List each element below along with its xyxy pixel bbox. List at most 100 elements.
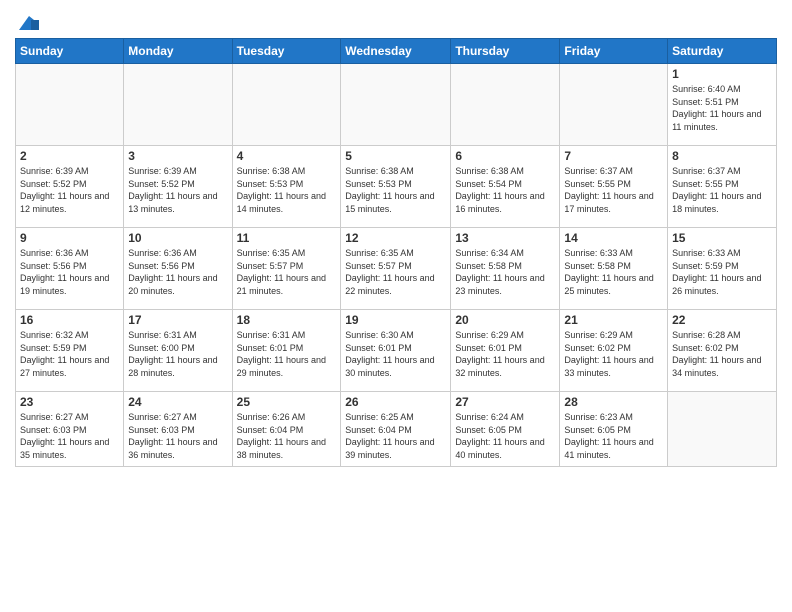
col-header-monday: Monday — [124, 39, 232, 64]
calendar-cell: 6 Sunrise: 6:38 AM Sunset: 5:54 PM Daylig… — [451, 146, 560, 228]
day-number: 24 — [128, 395, 227, 409]
day-info: Sunrise: 6:28 AM Sunset: 6:02 PM Dayligh… — [672, 329, 772, 379]
day-info: Sunrise: 6:36 AM Sunset: 5:56 PM Dayligh… — [20, 247, 119, 297]
calendar-cell — [124, 64, 232, 146]
calendar-cell: 12 Sunrise: 6:35 AM Sunset: 5:57 PM Dayli… — [341, 228, 451, 310]
calendar-cell — [232, 64, 341, 146]
day-info: Sunrise: 6:35 AM Sunset: 5:57 PM Dayligh… — [345, 247, 446, 297]
day-number: 4 — [237, 149, 337, 163]
calendar-cell: 25 Sunrise: 6:26 AM Sunset: 6:04 PM Dayli… — [232, 392, 341, 467]
day-number: 21 — [564, 313, 663, 327]
day-number: 18 — [237, 313, 337, 327]
day-number: 13 — [455, 231, 555, 245]
calendar-cell — [16, 64, 124, 146]
calendar-cell: 8 Sunrise: 6:37 AM Sunset: 5:55 PM Daylig… — [668, 146, 777, 228]
calendar-cell — [560, 64, 668, 146]
day-number: 16 — [20, 313, 119, 327]
day-info: Sunrise: 6:31 AM Sunset: 6:00 PM Dayligh… — [128, 329, 227, 379]
day-info: Sunrise: 6:38 AM Sunset: 5:53 PM Dayligh… — [237, 165, 337, 215]
calendar-cell: 17 Sunrise: 6:31 AM Sunset: 6:00 PM Dayli… — [124, 310, 232, 392]
logo-icon — [17, 14, 39, 32]
calendar-table: SundayMondayTuesdayWednesdayThursdayFrid… — [15, 38, 777, 467]
calendar-week-3: 9 Sunrise: 6:36 AM Sunset: 5:56 PM Daylig… — [16, 228, 777, 310]
calendar-cell: 5 Sunrise: 6:38 AM Sunset: 5:53 PM Daylig… — [341, 146, 451, 228]
calendar-week-4: 16 Sunrise: 6:32 AM Sunset: 5:59 PM Dayli… — [16, 310, 777, 392]
calendar-cell: 20 Sunrise: 6:29 AM Sunset: 6:01 PM Dayli… — [451, 310, 560, 392]
day-info: Sunrise: 6:37 AM Sunset: 5:55 PM Dayligh… — [672, 165, 772, 215]
day-number: 1 — [672, 67, 772, 81]
day-info: Sunrise: 6:27 AM Sunset: 6:03 PM Dayligh… — [128, 411, 227, 461]
day-info: Sunrise: 6:26 AM Sunset: 6:04 PM Dayligh… — [237, 411, 337, 461]
day-info: Sunrise: 6:29 AM Sunset: 6:02 PM Dayligh… — [564, 329, 663, 379]
page-container: SundayMondayTuesdayWednesdayThursdayFrid… — [0, 0, 792, 477]
day-info: Sunrise: 6:25 AM Sunset: 6:04 PM Dayligh… — [345, 411, 446, 461]
day-info: Sunrise: 6:35 AM Sunset: 5:57 PM Dayligh… — [237, 247, 337, 297]
calendar-cell: 13 Sunrise: 6:34 AM Sunset: 5:58 PM Dayli… — [451, 228, 560, 310]
col-header-thursday: Thursday — [451, 39, 560, 64]
calendar-cell — [451, 64, 560, 146]
calendar-cell: 3 Sunrise: 6:39 AM Sunset: 5:52 PM Daylig… — [124, 146, 232, 228]
day-number: 2 — [20, 149, 119, 163]
day-info: Sunrise: 6:23 AM Sunset: 6:05 PM Dayligh… — [564, 411, 663, 461]
day-number: 26 — [345, 395, 446, 409]
calendar-cell: 4 Sunrise: 6:38 AM Sunset: 5:53 PM Daylig… — [232, 146, 341, 228]
calendar-cell: 22 Sunrise: 6:28 AM Sunset: 6:02 PM Dayli… — [668, 310, 777, 392]
calendar-cell: 21 Sunrise: 6:29 AM Sunset: 6:02 PM Dayli… — [560, 310, 668, 392]
calendar-cell: 9 Sunrise: 6:36 AM Sunset: 5:56 PM Daylig… — [16, 228, 124, 310]
calendar-cell: 10Sunrise: 6:36 AM Sunset: 5:56 PM Dayli… — [124, 228, 232, 310]
calendar-cell: 23 Sunrise: 6:27 AM Sunset: 6:03 PM Dayli… — [16, 392, 124, 467]
calendar-cell: 14 Sunrise: 6:33 AM Sunset: 5:58 PM Dayli… — [560, 228, 668, 310]
day-info: Sunrise: 6:30 AM Sunset: 6:01 PM Dayligh… — [345, 329, 446, 379]
day-number: 12 — [345, 231, 446, 245]
calendar-cell: 26 Sunrise: 6:25 AM Sunset: 6:04 PM Dayli… — [341, 392, 451, 467]
calendar-cell — [668, 392, 777, 467]
day-number: 14 — [564, 231, 663, 245]
calendar-cell: 11 Sunrise: 6:35 AM Sunset: 5:57 PM Dayli… — [232, 228, 341, 310]
day-number: 9 — [20, 231, 119, 245]
day-number: 19 — [345, 313, 446, 327]
calendar-week-5: 23 Sunrise: 6:27 AM Sunset: 6:03 PM Dayli… — [16, 392, 777, 467]
day-number: 28 — [564, 395, 663, 409]
calendar-cell — [341, 64, 451, 146]
day-number: 17 — [128, 313, 227, 327]
col-header-tuesday: Tuesday — [232, 39, 341, 64]
day-number: 8 — [672, 149, 772, 163]
day-info: Sunrise: 6:32 AM Sunset: 5:59 PM Dayligh… — [20, 329, 119, 379]
day-info: Sunrise: 6:38 AM Sunset: 5:54 PM Dayligh… — [455, 165, 555, 215]
day-number: 10 — [128, 231, 227, 245]
day-number: 22 — [672, 313, 772, 327]
day-number: 27 — [455, 395, 555, 409]
day-number: 23 — [20, 395, 119, 409]
calendar-cell: 2Sunrise: 6:39 AM Sunset: 5:52 PM Daylig… — [16, 146, 124, 228]
day-number: 3 — [128, 149, 227, 163]
day-info: Sunrise: 6:37 AM Sunset: 5:55 PM Dayligh… — [564, 165, 663, 215]
calendar-cell: 15 Sunrise: 6:33 AM Sunset: 5:59 PM Dayli… — [668, 228, 777, 310]
col-header-saturday: Saturday — [668, 39, 777, 64]
day-info: Sunrise: 6:38 AM Sunset: 5:53 PM Dayligh… — [345, 165, 446, 215]
calendar-cell: 27 Sunrise: 6:24 AM Sunset: 6:05 PM Dayli… — [451, 392, 560, 467]
day-number: 25 — [237, 395, 337, 409]
calendar-cell: 7Sunrise: 6:37 AM Sunset: 5:55 PM Daylig… — [560, 146, 668, 228]
calendar-cell: 19 Sunrise: 6:30 AM Sunset: 6:01 PM Dayli… — [341, 310, 451, 392]
day-info: Sunrise: 6:27 AM Sunset: 6:03 PM Dayligh… — [20, 411, 119, 461]
calendar-cell: 16 Sunrise: 6:32 AM Sunset: 5:59 PM Dayli… — [16, 310, 124, 392]
day-info: Sunrise: 6:33 AM Sunset: 5:59 PM Dayligh… — [672, 247, 772, 297]
day-info: Sunrise: 6:29 AM Sunset: 6:01 PM Dayligh… — [455, 329, 555, 379]
calendar-cell: 24 Sunrise: 6:27 AM Sunset: 6:03 PM Dayli… — [124, 392, 232, 467]
col-header-sunday: Sunday — [16, 39, 124, 64]
day-info: Sunrise: 6:33 AM Sunset: 5:58 PM Dayligh… — [564, 247, 663, 297]
calendar-header-row: SundayMondayTuesdayWednesdayThursdayFrid… — [16, 39, 777, 64]
calendar-cell: 18 Sunrise: 6:31 AM Sunset: 6:01 PM Dayli… — [232, 310, 341, 392]
day-number: 15 — [672, 231, 772, 245]
day-info: Sunrise: 6:34 AM Sunset: 5:58 PM Dayligh… — [455, 247, 555, 297]
calendar-cell: 28 Sunrise: 6:23 AM Sunset: 6:05 PM Dayli… — [560, 392, 668, 467]
day-number: 11 — [237, 231, 337, 245]
col-header-friday: Friday — [560, 39, 668, 64]
day-info: Sunrise: 6:31 AM Sunset: 6:01 PM Dayligh… — [237, 329, 337, 379]
header — [15, 10, 777, 32]
day-number: 20 — [455, 313, 555, 327]
day-number: 6 — [455, 149, 555, 163]
day-info: Sunrise: 6:24 AM Sunset: 6:05 PM Dayligh… — [455, 411, 555, 461]
day-info: Sunrise: 6:39 AM Sunset: 5:52 PM Dayligh… — [128, 165, 227, 215]
day-number: 5 — [345, 149, 446, 163]
